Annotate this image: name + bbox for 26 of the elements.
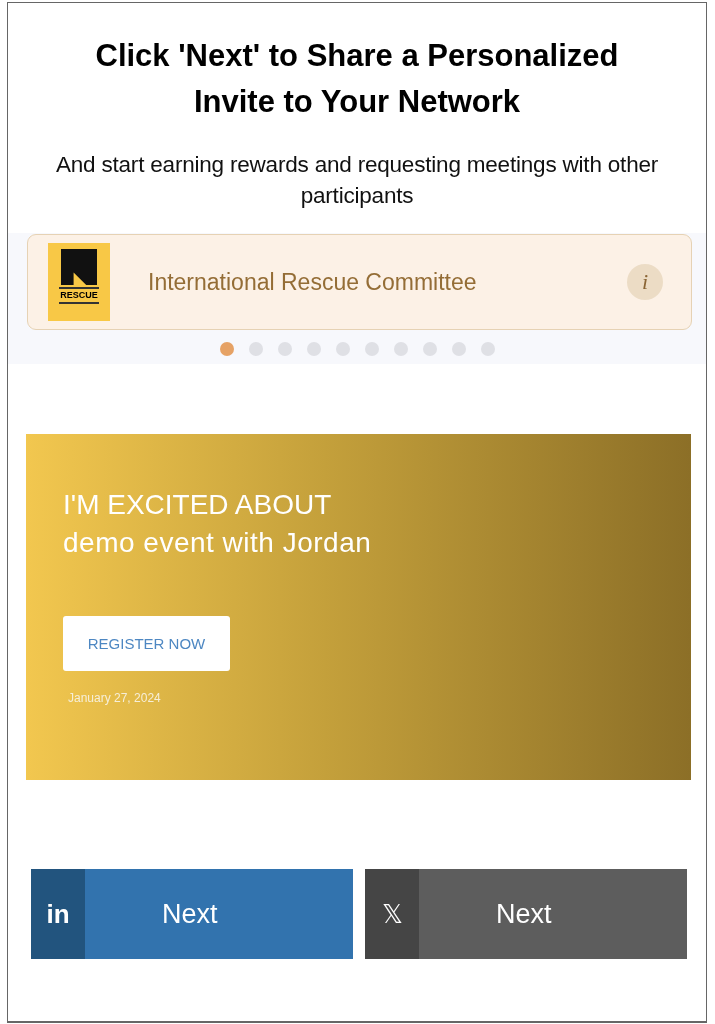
linkedin-logo-icon: in (31, 869, 85, 959)
organization-card[interactable]: RESCUE International Rescue Committee i (27, 234, 692, 330)
share-next-button[interactable]: 𝕏 Next (365, 869, 687, 959)
banner-kicker: I'M EXCITED ABOUT (63, 488, 333, 522)
logo-line (59, 302, 99, 304)
carousel-dot[interactable] (306, 342, 321, 356)
x-logo-icon: 𝕏 (365, 869, 419, 959)
page-heading: Click 'Next' to Share a Personalized Invite to Your Network (94, 37, 620, 121)
carousel-dot[interactable] (422, 342, 437, 356)
organization-name: International Rescue Committee (148, 268, 478, 296)
logo-line (59, 287, 99, 289)
carousel-dot[interactable] (480, 342, 495, 356)
carousel-dot[interactable] (219, 342, 234, 356)
share-next-button[interactable]: in Next (31, 869, 353, 959)
carousel-dot[interactable] (335, 342, 350, 356)
page-subheading: And start earning rewards and requesting meetings with other participants (54, 151, 660, 210)
carousel-dot[interactable] (451, 342, 466, 356)
event-name: demo event with Jordan (63, 526, 373, 560)
carousel-dot[interactable] (248, 342, 263, 356)
carousel-dot[interactable] (277, 342, 292, 356)
register-button[interactable]: REGISTER NOW (63, 616, 230, 671)
info-button[interactable]: i (627, 264, 663, 300)
logo-text: RESCUE (60, 291, 98, 300)
carousel-dot[interactable] (364, 342, 379, 356)
carousel-dot[interactable] (393, 342, 408, 356)
event-date: January 27, 2024 (68, 691, 162, 705)
